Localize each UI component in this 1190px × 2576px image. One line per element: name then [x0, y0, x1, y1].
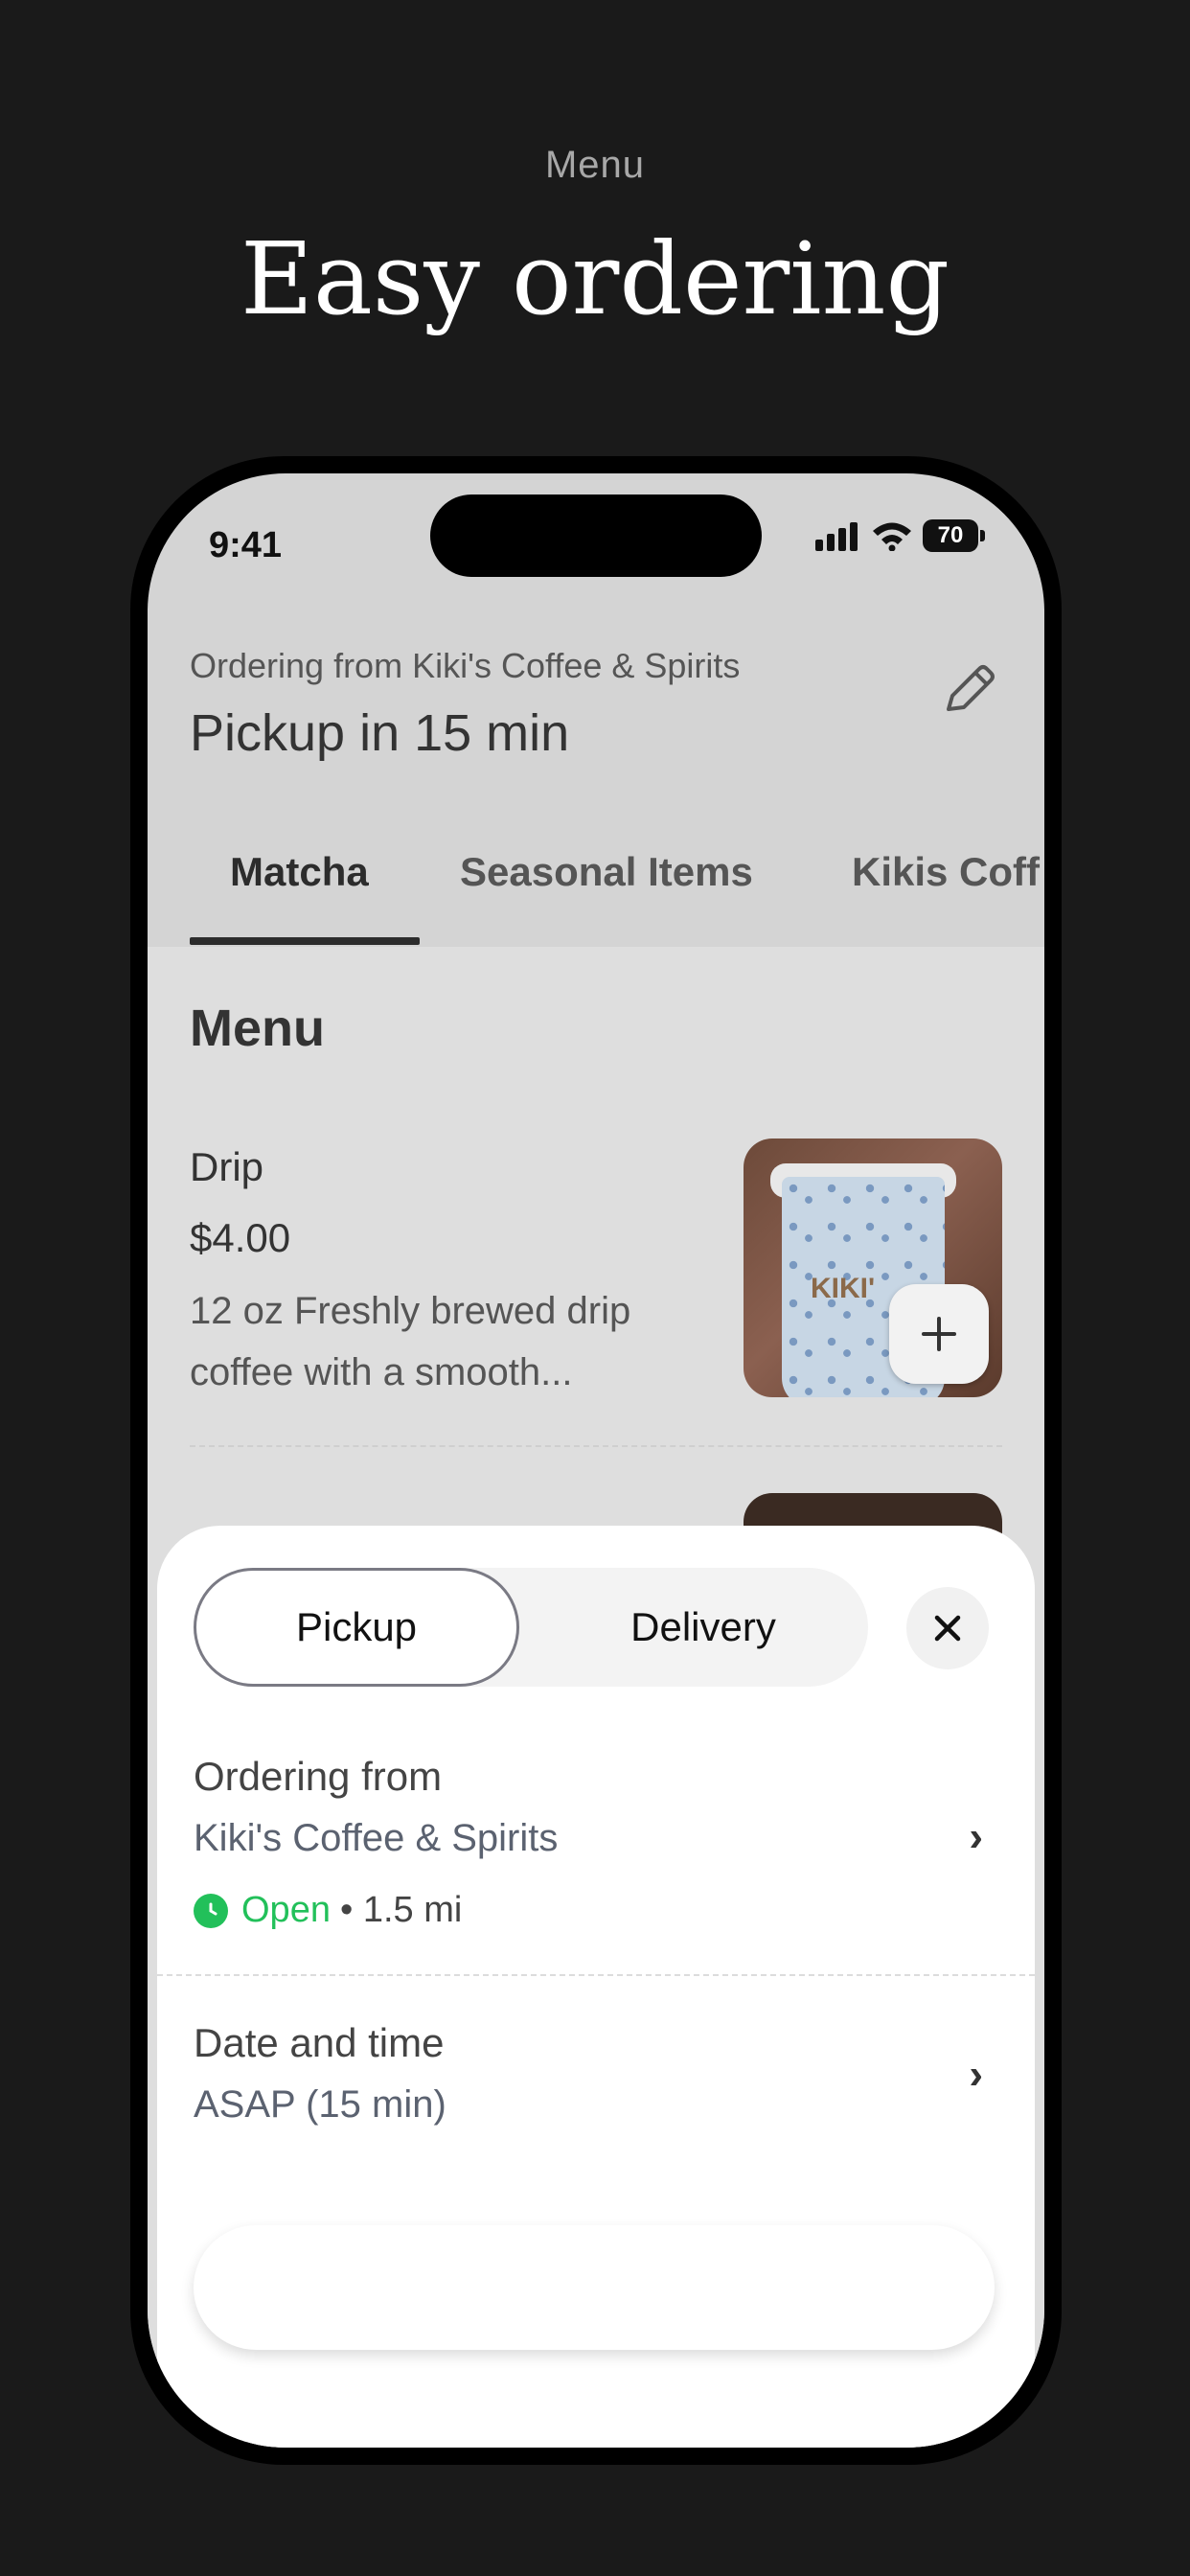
date-time-label: Date and time: [194, 2020, 445, 2065]
open-status: Open: [241, 1890, 331, 1930]
tab-seasonal-items[interactable]: Seasonal Items: [460, 849, 753, 895]
ordering-from-subtitle: Ordering from Kiki's Coffee & Spirits: [190, 646, 741, 685]
item-divider: [190, 1445, 1002, 1447]
close-button[interactable]: [906, 1587, 989, 1669]
distance: • 1.5 mi: [339, 1890, 463, 1930]
phone-screen: 9:41 70 Ordering from Kiki's Coffee & Sp…: [148, 473, 1044, 2448]
clock-icon: [194, 1893, 228, 1928]
pickup-segment[interactable]: Pickup: [194, 1568, 519, 1687]
store-status: Open • 1.5 mi: [194, 1890, 462, 1931]
item-description: 12 oz Freshly brewed drip coffee with a …: [190, 1290, 631, 1393]
item-image[interactable]: KIKI': [744, 1138, 1002, 1397]
headline: Easy ordering: [240, 220, 950, 337]
plus-icon: [922, 1317, 956, 1351]
date-time-chevron-right-icon[interactable]: ›: [969, 2051, 983, 2099]
status-time: 9:41: [209, 525, 283, 565]
cup-logo-text: KIKI': [811, 1273, 876, 1304]
date-time-value[interactable]: ASAP (15 min): [194, 2083, 446, 2127]
ordering-from-label: Ordering from: [194, 1754, 443, 1799]
close-icon: [934, 1615, 961, 1642]
category-tabs: Matcha Seasonal Items Kikis Coff: [148, 799, 1044, 945]
pickup-title: Pickup in 15 min: [190, 704, 570, 762]
battery-tip: [980, 530, 985, 541]
dynamic-island: [430, 494, 762, 577]
store-name[interactable]: Kiki's Coffee & Spirits: [194, 1817, 558, 1860]
caption: Menu: [544, 144, 646, 186]
item-price: $4.00: [190, 1215, 291, 1260]
item-name[interactable]: Drip: [190, 1144, 263, 1190]
phone-frame: 9:41 70 Ordering from Kiki's Coffee & Sp…: [130, 456, 1062, 2465]
tab-matcha[interactable]: Matcha: [230, 849, 369, 895]
menu-title: Menu: [190, 1000, 325, 1057]
store-chevron-right-icon[interactable]: ›: [969, 1813, 983, 1861]
pencil-icon[interactable]: [935, 656, 1002, 723]
delivery-segment[interactable]: Delivery: [540, 1568, 866, 1687]
active-tab-indicator: [190, 937, 420, 945]
wifi-icon: [873, 522, 911, 551]
battery-icon: 70: [923, 519, 978, 552]
confirm-button[interactable]: [194, 2225, 995, 2350]
add-item-button[interactable]: [889, 1284, 989, 1384]
tab-kikis-coffee[interactable]: Kikis Coff: [852, 849, 1040, 895]
order-settings-sheet: Pickup Delivery Ordering from Kiki's Cof…: [157, 1526, 1035, 2448]
fulfillment-toggle: Pickup Delivery: [194, 1568, 868, 1687]
status-icons: 70: [813, 519, 985, 552]
sheet-divider: [157, 1974, 1035, 1976]
signal-icon: [815, 522, 858, 551]
